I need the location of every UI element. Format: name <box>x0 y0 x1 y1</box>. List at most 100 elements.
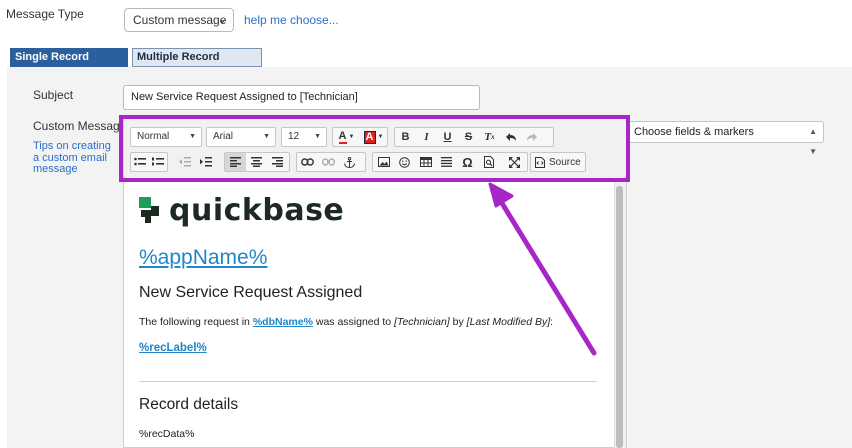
rec-data-marker: %recData% <box>139 428 195 440</box>
style-group: B I U S Tx <box>394 127 554 147</box>
unlink-icon <box>322 158 335 166</box>
preview-icon <box>483 156 494 168</box>
message-paragraph: The following request in %dbName% was as… <box>139 316 553 328</box>
updown-icon: ▲ ▼ <box>809 127 817 156</box>
text-color-icon: A <box>338 129 347 144</box>
list-group <box>130 152 168 172</box>
db-name-link[interactable]: %dbName% <box>253 316 313 328</box>
format-combo[interactable]: Normal ▼ <box>130 127 202 147</box>
chevron-down-icon: ⌄ <box>217 14 227 26</box>
undo-button[interactable] <box>500 128 521 146</box>
numbered-list-button[interactable] <box>149 153 167 171</box>
message-type-select[interactable]: Custom message ⌄ <box>124 8 234 32</box>
horizontal-rule-icon <box>441 157 452 167</box>
para-mid: was assigned to <box>312 316 395 328</box>
preview-button[interactable] <box>478 153 499 171</box>
subject-label: Subject <box>33 88 74 102</box>
bg-color-icon: A <box>363 130 376 144</box>
indent-group <box>174 152 224 172</box>
maximize-group <box>504 152 528 172</box>
link-group <box>296 152 366 172</box>
content-divider <box>139 381 597 382</box>
subject-input[interactable]: New Service Request Assigned to [Technic… <box>123 85 480 110</box>
color-group: A ▼ A ▼ <box>332 127 388 147</box>
app-name-link[interactable]: %appName% <box>139 246 267 270</box>
quickbase-logo: quickbase <box>139 196 344 226</box>
font-dropdown-icon: ▼ <box>263 133 270 140</box>
size-dropdown-icon: ▼ <box>314 133 321 140</box>
align-left-button[interactable] <box>225 153 246 171</box>
align-right-icon <box>272 157 283 167</box>
image-icon <box>377 157 390 167</box>
decrease-indent-button[interactable] <box>174 153 195 171</box>
align-center-icon <box>251 157 262 167</box>
font-combo[interactable]: Arial ▼ <box>206 127 276 147</box>
para-end: : <box>550 316 554 328</box>
rec-label-link[interactable]: %recLabel% <box>139 342 207 354</box>
size-value: 12 <box>288 131 300 142</box>
bulleted-list-icon <box>134 157 146 166</box>
fields-markers-value: Choose fields & markers <box>634 126 754 138</box>
source-label: Source <box>549 156 581 168</box>
format-value: Normal <box>137 131 170 142</box>
italic-button[interactable]: I <box>416 128 437 146</box>
increase-indent-button[interactable] <box>195 153 216 171</box>
link-button[interactable] <box>297 153 318 171</box>
format-dropdown-icon: ▼ <box>189 133 196 140</box>
maximize-icon <box>509 156 520 168</box>
strikethrough-button[interactable]: S <box>458 128 479 146</box>
numbered-list-icon <box>152 157 164 166</box>
omega-icon: Ω <box>462 154 473 170</box>
para-by: by <box>449 316 467 328</box>
record-details-heading: Record details <box>139 396 239 413</box>
bulleted-list-button[interactable] <box>131 153 149 171</box>
unlink-button[interactable] <box>318 153 339 171</box>
undo-icon <box>505 133 516 141</box>
redo-button[interactable] <box>521 128 542 146</box>
para-prefix: The following request in <box>139 316 253 328</box>
align-left-icon <box>230 157 241 167</box>
text-color-dropdown-icon: ▼ <box>348 134 355 140</box>
last-modified-field: [Last Modified By] <box>466 316 551 328</box>
table-button[interactable] <box>415 153 436 171</box>
bg-color-button[interactable]: A ▼ <box>360 128 387 146</box>
outdent-icon <box>178 157 191 167</box>
align-right-button[interactable] <box>267 153 288 171</box>
fields-markers-select[interactable]: Choose fields & markers ▲ ▼ <box>628 121 824 156</box>
tips-link[interactable]: Tips on creating a custom email message <box>33 140 113 176</box>
anchor-icon <box>344 156 355 168</box>
custom-message-label: Custom Message <box>33 119 127 133</box>
technician-field: [Technician] <box>394 316 450 328</box>
source-button[interactable]: Source <box>535 156 581 168</box>
source-icon <box>535 156 545 168</box>
message-type-label: Message Type <box>6 7 84 21</box>
message-type-value: Custom message <box>133 13 227 27</box>
indent-icon <box>199 157 212 167</box>
message-heading: New Service Request Assigned <box>139 284 363 301</box>
logo-wordmark: quickbase <box>169 193 345 228</box>
bg-color-dropdown-icon: ▼ <box>377 134 384 140</box>
special-char-button[interactable]: Ω <box>457 153 478 171</box>
align-center-button[interactable] <box>246 153 267 171</box>
clear-format-button[interactable]: Tx <box>479 128 500 146</box>
tab-multiple-record[interactable]: Multiple Record Version <box>132 48 262 80</box>
font-value: Arial <box>213 131 234 142</box>
maximize-button[interactable] <box>504 153 525 171</box>
bold-button[interactable]: B <box>395 128 416 146</box>
editor-scrollbar-thumb[interactable] <box>616 186 623 448</box>
emoji-button[interactable] <box>394 153 415 171</box>
align-group <box>224 152 290 172</box>
text-color-button[interactable]: A ▼ <box>333 128 360 146</box>
underline-button[interactable]: U <box>437 128 458 146</box>
horizontal-rule-button[interactable] <box>436 153 457 171</box>
anchor-button[interactable] <box>339 153 360 171</box>
help-me-choose-link[interactable]: help me choose... <box>244 13 339 27</box>
tab-single-record[interactable]: Single Record Version <box>10 48 128 80</box>
editor-toolbar: Normal▼ Arial▼ 12▼ A▼ A▼ B I U S Tx <box>124 119 626 181</box>
source-group: Source <box>530 152 586 172</box>
quickbase-logo-icon <box>139 197 159 223</box>
image-button[interactable] <box>373 153 394 171</box>
table-icon <box>419 157 432 167</box>
size-combo[interactable]: 12 ▼ <box>281 127 327 147</box>
link-icon <box>301 158 314 166</box>
